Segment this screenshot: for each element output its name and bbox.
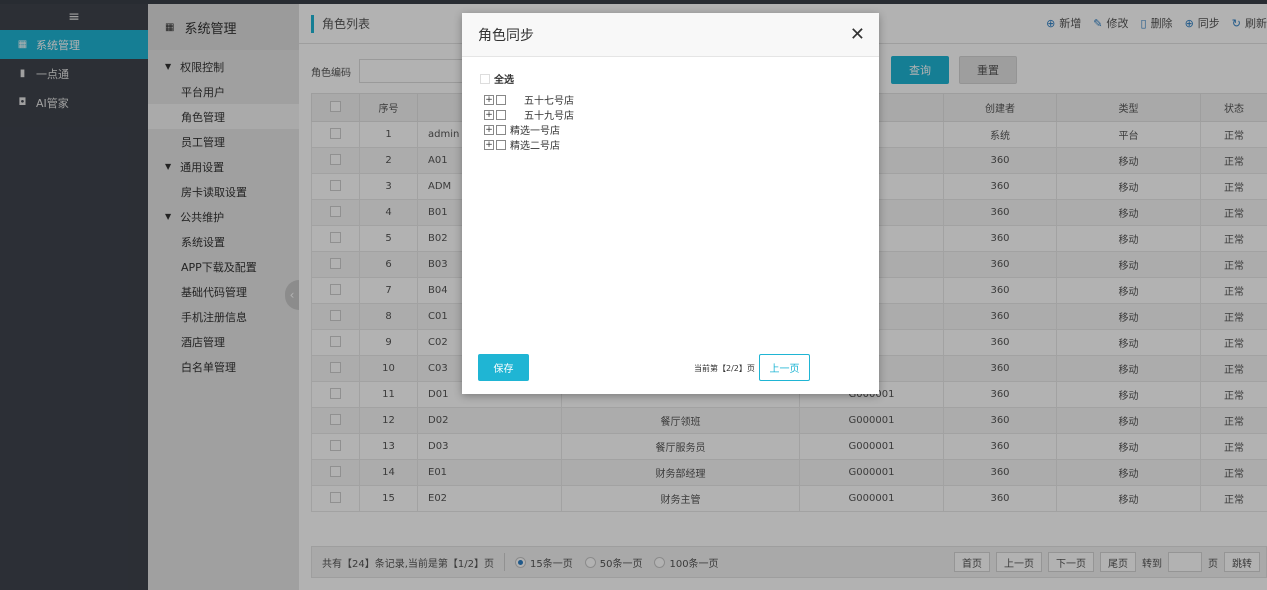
checkbox[interactable] xyxy=(480,73,490,84)
expand-icon[interactable]: + xyxy=(484,94,494,105)
tree-node[interactable]: + 五十七号店 xyxy=(484,92,574,107)
select-all-row[interactable]: 全选 xyxy=(480,71,574,86)
role-sync-dialog: 角色同步 ✕ 全选 + 五十七号店 + 五十九号店 + 精选一号店 + 精选二号店 保存… xyxy=(462,13,879,394)
tree-node-label: 五十七号店 xyxy=(524,96,574,107)
dialog-prev-page-button[interactable]: 上一页 xyxy=(759,354,810,381)
tree-node-label: 五十九号店 xyxy=(524,111,574,122)
checkbox[interactable] xyxy=(496,109,506,120)
tree-node[interactable]: + 精选一号店 xyxy=(484,122,574,137)
select-all-label: 全选 xyxy=(494,75,514,86)
tree-node[interactable]: + 五十九号店 xyxy=(484,107,574,122)
checkbox[interactable] xyxy=(496,124,506,135)
tree-node-label: 精选二号店 xyxy=(510,141,560,152)
store-tree: 全选 + 五十七号店 + 五十九号店 + 精选一号店 + 精选二号店 xyxy=(480,71,574,152)
dialog-title: 角色同步 xyxy=(478,27,534,44)
dialog-page-info: 当前第【2/2】页 xyxy=(694,364,755,373)
expand-icon[interactable]: + xyxy=(484,109,494,120)
dialog-header: 角色同步 xyxy=(462,13,879,57)
checkbox[interactable] xyxy=(496,94,506,105)
expand-icon[interactable]: + xyxy=(484,139,494,150)
tree-node-label: 精选一号店 xyxy=(510,126,560,137)
tree-node[interactable]: + 精选二号店 xyxy=(484,137,574,152)
save-button[interactable]: 保存 xyxy=(478,354,529,381)
checkbox[interactable] xyxy=(496,139,506,150)
close-icon[interactable]: ✕ xyxy=(850,24,865,45)
expand-icon[interactable]: + xyxy=(484,124,494,135)
